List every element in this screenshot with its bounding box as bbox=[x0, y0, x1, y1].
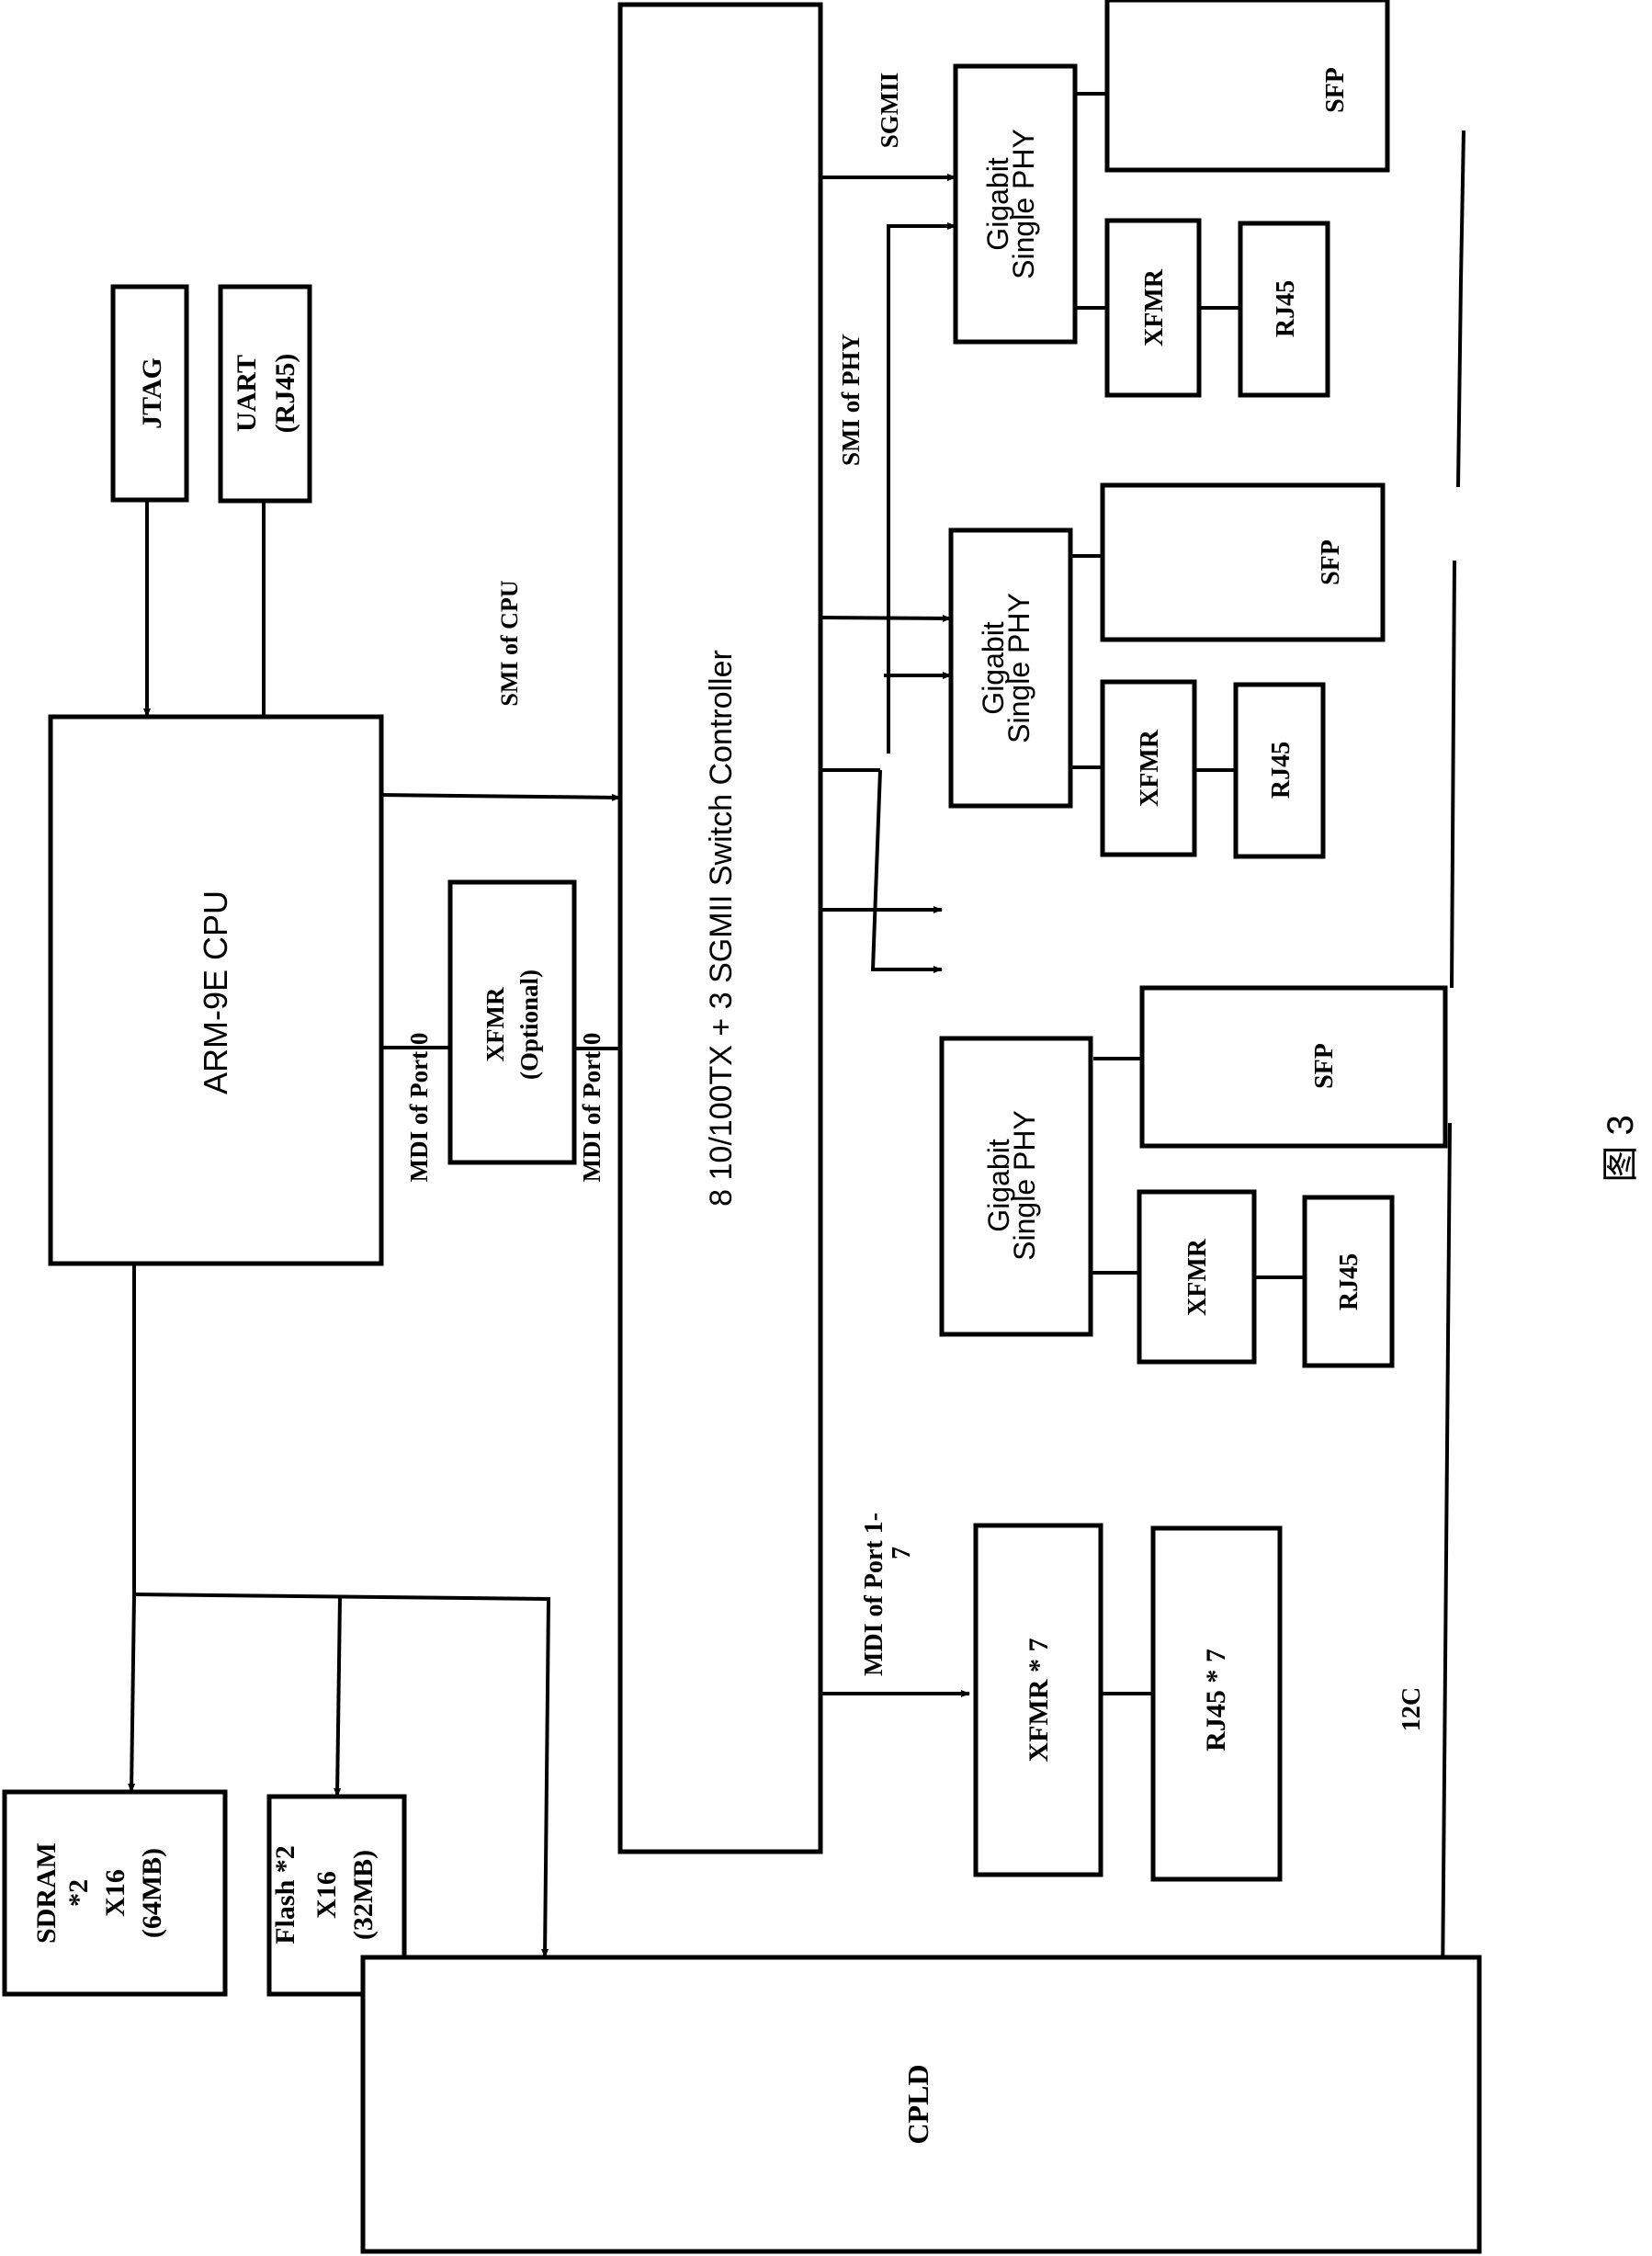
i2c-bus-1 bbox=[1456, 130, 1465, 488]
rj45-label-3: RJ45 bbox=[1335, 1253, 1363, 1310]
sfp-label-3: SFP bbox=[1310, 1043, 1339, 1089]
xfmr7-label: XFMR * 7 bbox=[1024, 1638, 1054, 1763]
rj45-label-1: RJ45 bbox=[1272, 280, 1300, 337]
uart-label-1: UART bbox=[232, 355, 262, 432]
sfp-label-2: SFP bbox=[1317, 539, 1345, 585]
phy-label-3b: Single PHY bbox=[1008, 1110, 1041, 1261]
xfmr-label-1: XFMR bbox=[1140, 268, 1169, 346]
phy-label-1b: Single PHY bbox=[1007, 129, 1040, 279]
flash-label-1: Flash *2 bbox=[270, 1845, 300, 1944]
i2c-bus-3 bbox=[1441, 1122, 1452, 1990]
mdi-port1-7-label-2: 7 bbox=[888, 1547, 916, 1559]
sgmii-label: SGMII bbox=[876, 73, 903, 149]
flash-label-3: (32MB) bbox=[348, 1850, 379, 1940]
sdram-label-2: *2 bbox=[63, 1879, 94, 1907]
mdi-port0-label-b: MDI of Port 0 bbox=[578, 1033, 605, 1183]
sdram-label-4: (64MB) bbox=[137, 1848, 167, 1938]
phy-label-2b: Single PHY bbox=[1002, 593, 1035, 743]
i2c-label: 12C bbox=[1397, 1687, 1426, 1731]
mdi-port0-label-a: MDI of Port 0 bbox=[405, 1033, 433, 1183]
sdram-label-1: SDRAM bbox=[31, 1842, 62, 1944]
block-diagram: JTAG UART (RJ45) ARM-9E CPU SMI of CPU X… bbox=[2, 0, 1641, 2254]
cpu-bus-to-flash bbox=[334, 1595, 342, 1797]
xfmr-label-2: XFMR bbox=[1136, 729, 1164, 807]
smi-cpu-label: SMI of CPU bbox=[496, 580, 523, 706]
flash-label-2: X16 bbox=[311, 1871, 342, 1919]
cpu-label: ARM-9E CPU bbox=[197, 890, 234, 1094]
i2c-bus-2 bbox=[1450, 560, 1456, 989]
uart-label-2: (RJ45) bbox=[270, 354, 300, 434]
xfmr-optional-box bbox=[447, 879, 577, 1165]
xfmr-optional-label-2: (Optional) bbox=[515, 969, 543, 1080]
mdi-port1-7-label-1: MDI of Port 1- bbox=[860, 1513, 888, 1676]
cpld-label: CPLD bbox=[901, 2064, 934, 2144]
rj45-label-2: RJ45 bbox=[1267, 742, 1296, 799]
smi-phy-label: SMI of PHY bbox=[837, 334, 865, 466]
xfmr-label-3: XFMR bbox=[1183, 1238, 1212, 1316]
switch-label: 8 10/100TX + 3 SGMII Switch Controller bbox=[704, 650, 739, 1207]
cpu-bus-to-sdram bbox=[128, 1593, 136, 1793]
sfp-box-3 bbox=[1139, 985, 1448, 1149]
jtag-label: JTAG bbox=[137, 357, 167, 429]
sfp-label-1: SFP bbox=[1321, 67, 1350, 113]
xfmr-optional-label-1: XFMR bbox=[481, 987, 509, 1061]
rj45x7-label: RJ45 * 7 bbox=[1201, 1649, 1231, 1752]
smi-cpu-link bbox=[379, 793, 621, 801]
sdram-label-3: X16 bbox=[100, 1869, 130, 1917]
boxes bbox=[2, 0, 1482, 2254]
smi-phy3 bbox=[870, 769, 943, 973]
figure-label: 图 3 bbox=[1601, 1115, 1641, 1182]
